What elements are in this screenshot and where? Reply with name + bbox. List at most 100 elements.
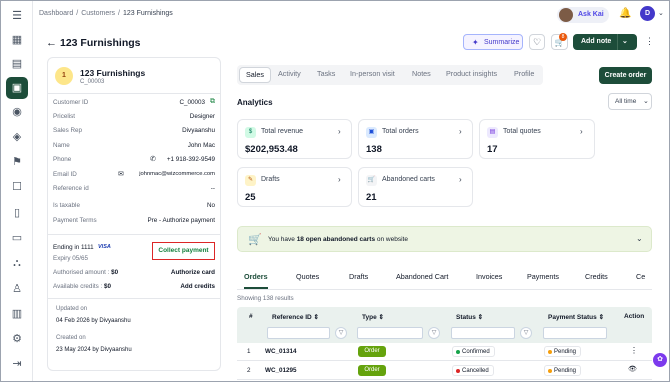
- reports-icon[interactable]: ▥: [9, 306, 25, 322]
- add-note-button[interactable]: Add note ⌄: [573, 34, 637, 50]
- type-badge: Order: [358, 346, 386, 357]
- reference-filter-input[interactable]: [267, 327, 330, 339]
- order-tabs: Orders Quotes Drafts Abandoned Cart Invo…: [237, 265, 652, 290]
- tab-tasks[interactable]: Tasks: [317, 69, 335, 78]
- stat-abandoned-carts[interactable]: 🛒 Abandoned carts 21 ›: [358, 167, 473, 207]
- payment-status-badge: Pending: [544, 365, 582, 376]
- field-customer-id: Customer ID C_00003 ⧉: [53, 98, 215, 106]
- logout-icon[interactable]: ⇥: [9, 356, 25, 372]
- status-filter-input[interactable]: [451, 327, 515, 339]
- avatar: [559, 8, 573, 22]
- documents-icon[interactable]: ▯: [9, 205, 25, 221]
- chevron-right-icon: ›: [338, 127, 341, 136]
- ask-kai-button[interactable]: Ask Kai: [557, 7, 609, 23]
- tab-more[interactable]: Ce: [636, 272, 645, 281]
- chevron-down-icon[interactable]: ⌄: [636, 234, 643, 243]
- filter-icon[interactable]: ▽: [335, 327, 347, 339]
- left-nav-rail: ☰ ▦ ▤ ▣ ◉ ◈ ⚑ ☐ ▯ ▭ ⛬ ♙ ▥ ⚙ ⇥: [1, 1, 33, 381]
- authorize-card-link[interactable]: Authorize card: [171, 269, 215, 276]
- stat-total-orders[interactable]: ▣ Total orders 138 ›: [358, 119, 473, 159]
- customer-name: 123 Furnishings: [80, 68, 146, 78]
- reference-id-link[interactable]: WC_01314: [265, 348, 297, 355]
- more-options-icon[interactable]: ⋮: [630, 346, 638, 355]
- tab-invoices[interactable]: Invoices: [476, 272, 502, 281]
- chevron-down-icon[interactable]: ⌄: [622, 37, 628, 45]
- tab-credits[interactable]: Credits: [585, 272, 608, 281]
- bell-icon[interactable]: 🔔: [619, 8, 631, 19]
- filter-icon[interactable]: ▽: [428, 327, 440, 339]
- eye-icon[interactable]: 👁: [628, 365, 637, 373]
- reference-id-link[interactable]: WC_01295: [265, 367, 297, 374]
- tab-payments[interactable]: Payments: [527, 272, 559, 281]
- stat-drafts[interactable]: ✎ Drafts 25 ›: [237, 167, 352, 207]
- quotes-icon: ▤: [487, 127, 498, 138]
- orders-icon[interactable]: ⚑: [9, 154, 25, 170]
- tab-in-person-visit[interactable]: In-person visit: [350, 69, 395, 78]
- page-title: 123 Furnishings: [60, 37, 141, 49]
- tab-abandoned-cart[interactable]: Abandoned Cart: [396, 272, 448, 281]
- col-payment-status[interactable]: Payment Status ⇕: [548, 313, 604, 321]
- cart-icon: 🛒: [248, 234, 262, 246]
- assistant-fab-icon[interactable]: ✿: [653, 353, 667, 367]
- breadcrumb-customers[interactable]: Customers: [81, 10, 115, 17]
- tab-notes[interactable]: Notes: [412, 69, 431, 78]
- tab-product-insights[interactable]: Product insights: [446, 69, 497, 78]
- tab-orders[interactable]: Orders: [244, 272, 268, 289]
- created-value: 23 May 2024 by Divyaanshu: [56, 347, 132, 353]
- field-sales-rep: Sales Rep Divyaanshu: [53, 127, 215, 134]
- abandoned-carts-banner[interactable]: 🛒 You have 18 open abandoned carts on we…: [237, 226, 652, 252]
- tab-quotes[interactable]: Quotes: [296, 272, 319, 281]
- customers-icon[interactable]: ▣: [6, 77, 28, 99]
- catalog-icon[interactable]: ▤: [9, 56, 25, 72]
- folder-icon[interactable]: ▭: [9, 230, 25, 246]
- summarize-button[interactable]: ✦ Summarize: [463, 34, 523, 50]
- team-icon[interactable]: ⛬: [9, 255, 25, 271]
- cart-count-badge: 8: [559, 33, 567, 41]
- payment-filter-input[interactable]: [543, 327, 607, 339]
- user-avatar[interactable]: D: [640, 6, 655, 21]
- tab-sales[interactable]: Sales: [239, 67, 271, 83]
- chevron-right-icon: ›: [338, 175, 341, 184]
- dashboard-icon[interactable]: ▦: [9, 32, 25, 48]
- table-row[interactable]: 2 WC_01295 Order Cancelled Pending 👁: [237, 362, 652, 380]
- menu-icon[interactable]: ☰: [9, 8, 25, 24]
- col-reference-id[interactable]: Reference ID ⇕: [272, 313, 319, 321]
- tab-drafts[interactable]: Drafts: [349, 272, 368, 281]
- app-frame: ☰ ▦ ▤ ▣ ◉ ◈ ⚑ ☐ ▯ ▭ ⛬ ♙ ▥ ⚙ ⇥ Dashboard /…: [0, 0, 670, 382]
- create-order-button[interactable]: Create order: [599, 67, 652, 84]
- filter-icon[interactable]: ▽: [520, 327, 532, 339]
- collect-payment-button[interactable]: Collect payment: [152, 242, 215, 260]
- add-credits-link[interactable]: Add credits: [180, 283, 215, 290]
- more-options-icon[interactable]: ⋮: [645, 36, 654, 47]
- tasks-icon[interactable]: ☐: [9, 179, 25, 195]
- chevron-right-icon: ›: [459, 127, 462, 136]
- col-status[interactable]: Status ⇕: [456, 313, 483, 321]
- col-action: Action: [624, 313, 645, 320]
- table-row[interactable]: 1 WC_01314 Order Confirmed Pending ⋮: [237, 343, 652, 361]
- contacts-icon[interactable]: ◉: [9, 104, 25, 120]
- user-settings-icon[interactable]: ♙: [9, 281, 25, 297]
- chevron-down-icon[interactable]: ⌄: [658, 9, 664, 17]
- back-arrow-icon[interactable]: ←: [46, 37, 57, 49]
- breadcrumb-dashboard[interactable]: Dashboard: [39, 10, 73, 17]
- col-number: #: [249, 313, 253, 320]
- customer-avatar: 1: [55, 67, 73, 85]
- col-type[interactable]: Type ⇕: [362, 313, 384, 321]
- orders-icon: ▣: [366, 127, 377, 138]
- time-range-select[interactable]: All time ⌄: [608, 93, 652, 110]
- tab-profile[interactable]: Profile: [514, 69, 534, 78]
- copy-icon[interactable]: ⧉: [210, 98, 215, 106]
- results-count: Showing 138 results: [237, 295, 294, 302]
- tab-activity[interactable]: Activity: [278, 69, 301, 78]
- stat-total-revenue[interactable]: $ Total revenue $202,953.48 ›: [237, 119, 352, 159]
- gear-icon[interactable]: ⚙: [9, 331, 25, 347]
- summarize-label: Summarize: [484, 39, 520, 46]
- favorite-button[interactable]: ♡: [529, 34, 545, 50]
- orders-table-header: # Reference ID ⇕ Type ⇕ Status ⇕ Payment…: [237, 307, 652, 343]
- type-filter-input[interactable]: [357, 327, 423, 339]
- stat-total-quotes[interactable]: ▤ Total quotes 17 ›: [479, 119, 595, 159]
- chevron-down-icon: ⌄: [643, 98, 649, 105]
- products-icon[interactable]: ◈: [9, 129, 25, 145]
- field-phone: Phone ✆ +1 918-392-9549: [53, 156, 215, 163]
- status-badge: Confirmed: [452, 346, 495, 357]
